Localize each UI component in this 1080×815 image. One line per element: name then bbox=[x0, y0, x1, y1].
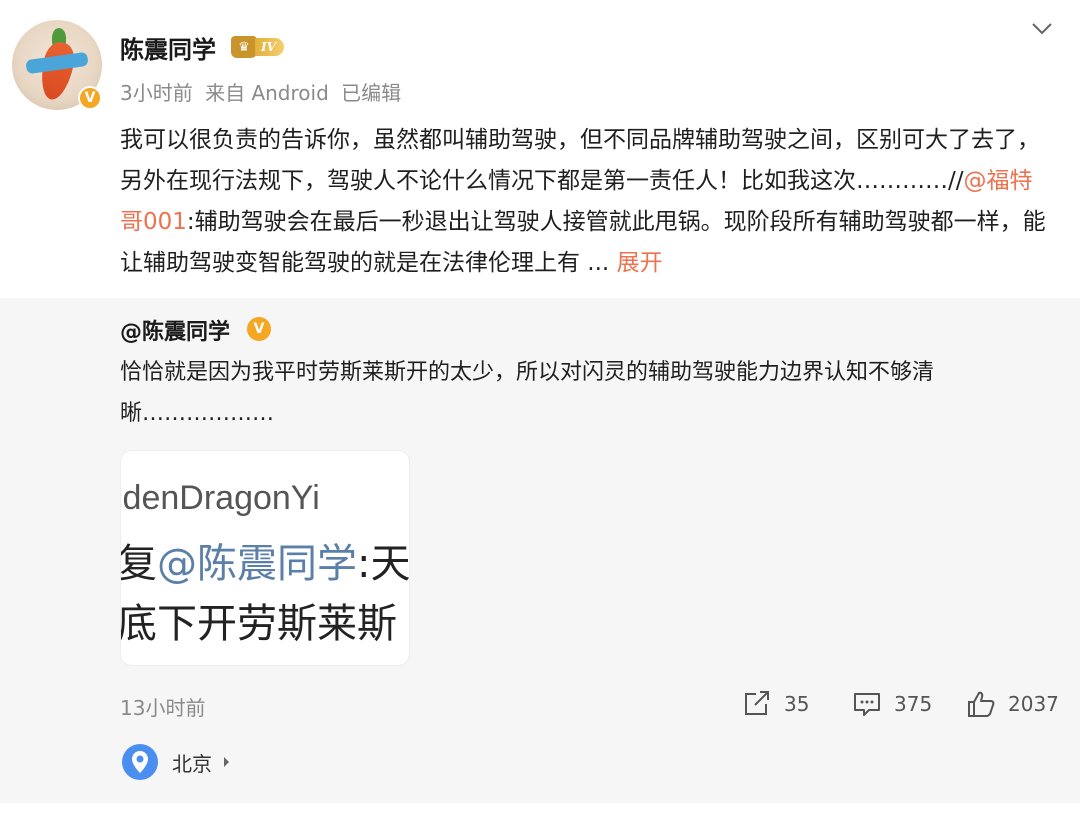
caret-right-icon bbox=[224, 757, 229, 767]
location-pin-icon bbox=[122, 744, 158, 780]
image-text-line2-prefix: 复 bbox=[120, 541, 157, 587]
share-button[interactable]: 35 bbox=[742, 688, 809, 720]
location-tag[interactable]: 北京 bbox=[122, 742, 229, 782]
post-edited-label[interactable]: 已编辑 bbox=[341, 81, 401, 105]
chevron-down-icon[interactable] bbox=[1030, 18, 1054, 38]
image-text-line1: ldenDragonYi bbox=[120, 479, 320, 517]
share-icon bbox=[745, 691, 769, 715]
image-text-line2-suffix: :天 bbox=[357, 541, 410, 587]
level-badge[interactable]: ♛ IV bbox=[231, 36, 284, 58]
level-label: IV bbox=[255, 38, 284, 56]
comment-count: 375 bbox=[894, 692, 933, 716]
expand-link[interactable]: 展开 bbox=[617, 250, 663, 276]
location-label: 北京 bbox=[172, 751, 212, 776]
like-count: 2037 bbox=[1008, 692, 1059, 716]
quoted-text: 恰恰就是因为我平时劳斯莱斯开的太少，所以对闪灵的辅助驾驶能力边界认知不够清晰……… bbox=[120, 360, 935, 426]
quoted-image[interactable]: ldenDragonYi 复@陈震同学:天 底下开劳斯莱斯 bbox=[120, 450, 410, 666]
post-meta: 3小时前 来自 Android 已编辑 bbox=[120, 77, 407, 106]
crown-icon: ♛ bbox=[231, 36, 257, 58]
comment-icon bbox=[854, 693, 880, 716]
post-source: 来自 Android bbox=[205, 81, 329, 105]
like-button[interactable]: 2037 bbox=[966, 688, 1059, 720]
image-text-line2-mention: @陈震同学 bbox=[157, 541, 357, 587]
quoted-time: 13小时前 bbox=[120, 696, 206, 720]
quoted-post[interactable]: @陈震同学 V 恰恰就是因为我平时劳斯莱斯开的太少，所以对闪灵的辅助驾驶能力边界… bbox=[0, 298, 1080, 803]
image-text-line3: 底下开劳斯莱斯 bbox=[120, 601, 397, 647]
image-text-line2: 复@陈震同学:天 bbox=[120, 531, 410, 589]
verified-badge-icon: V bbox=[78, 86, 102, 110]
thumbs-up-icon bbox=[968, 691, 995, 717]
username[interactable]: 陈震同学 bbox=[120, 30, 216, 65]
post-text-part1: 我可以很负责的告诉你，虽然都叫辅助驾驶，但不同品牌辅助驾驶之间，区别可大了去了，… bbox=[120, 127, 1040, 194]
quoted-verified-badge-icon: V bbox=[247, 317, 271, 341]
post-time: 3小时前 bbox=[120, 81, 193, 105]
share-count: 35 bbox=[784, 692, 810, 716]
post-text: 我可以很负责的告诉你，虽然都叫辅助驾驶，但不同品牌辅助驾驶之间，区别可大了去了，… bbox=[120, 120, 1050, 284]
quoted-username[interactable]: @陈震同学 bbox=[120, 314, 230, 346]
comment-button[interactable]: 375 bbox=[852, 688, 932, 720]
post-text-part2: :辅助驾驶会在最后一秒退出让驾驶人接管就此甩锅。现阶段所有辅助驾驶都一样，能让辅… bbox=[120, 209, 1046, 276]
post-card: V 陈震同学 ♛ IV 3小时前 来自 Android 已编辑 我可以很负责的告… bbox=[0, 0, 1080, 298]
